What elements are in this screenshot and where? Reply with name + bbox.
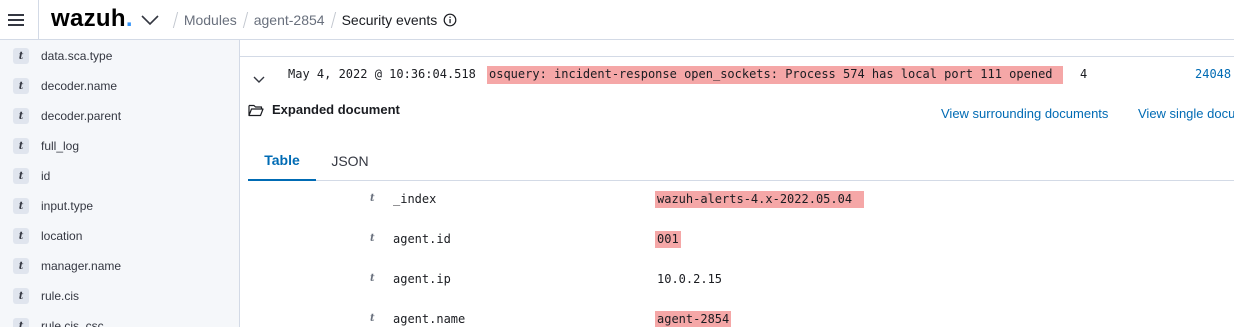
- field-value: 10.0.2.15: [657, 272, 723, 286]
- app-menu-toggle[interactable]: [141, 14, 159, 26]
- sidebar-field[interactable]: t location: [0, 221, 239, 251]
- document-timestamp: May 4, 2022 @ 10:36:04.518: [288, 67, 476, 81]
- field-name: rule.cis: [41, 289, 80, 303]
- field-name: rule.cis_csc: [41, 319, 104, 327]
- field-name: full_log: [41, 139, 80, 153]
- field-sidebar: t data.sca.type t decoder.name t decoder…: [0, 40, 240, 327]
- top-header: wazuh. Modules agent-2854 Security event…: [0, 0, 1234, 40]
- string-type-icon: t: [13, 168, 29, 184]
- sidebar-field[interactable]: t id: [0, 161, 239, 191]
- sidebar-field[interactable]: t rule.cis: [0, 281, 239, 311]
- collapse-toggle[interactable]: [253, 71, 265, 89]
- breadcrumb: Modules agent-2854 Security events: [167, 11, 438, 28]
- table-row: t agent.id 001: [240, 231, 1234, 261]
- tab-table[interactable]: Table: [248, 140, 316, 181]
- sidebar-field[interactable]: t data.sca.type: [0, 41, 239, 71]
- field-name: location: [41, 229, 83, 243]
- field-value: agent-2854: [655, 311, 732, 327]
- breadcrumb-agent[interactable]: agent-2854: [254, 12, 325, 28]
- field-key: _index: [393, 192, 437, 206]
- sidebar-field[interactable]: t full_log: [0, 131, 239, 161]
- info-icon: [443, 13, 457, 26]
- string-type-icon: t: [13, 108, 29, 124]
- field-key: agent.name: [393, 312, 466, 326]
- document-tabs: Table JSON: [248, 140, 1234, 181]
- field-value: 001: [655, 231, 681, 248]
- string-type-icon: t: [13, 198, 29, 214]
- field-key: agent.ip: [393, 272, 451, 286]
- wazuh-logo[interactable]: wazuh.: [51, 5, 133, 33]
- string-type-icon: t: [370, 233, 375, 244]
- view-single-link[interactable]: View single document: [1138, 106, 1234, 121]
- document-panel: May 4, 2022 @ 10:36:04.518 osquery: inci…: [240, 40, 1234, 327]
- expanded-document-header: Expanded document: [248, 102, 400, 117]
- string-type-icon: t: [13, 318, 29, 327]
- field-name: decoder.name: [41, 79, 118, 93]
- field-name: data.sca.type: [41, 49, 113, 63]
- menu-button[interactable]: [0, 0, 32, 40]
- sidebar-field[interactable]: t rule.cis_csc: [0, 311, 239, 327]
- string-type-icon: t: [13, 78, 29, 94]
- breadcrumb-separator: [172, 11, 178, 28]
- string-type-icon: t: [370, 193, 375, 204]
- table-row: t _index wazuh-alerts-4.x-2022.05.04: [240, 191, 1234, 221]
- table-row[interactable]: May 4, 2022 @ 10:36:04.518 osquery: inci…: [240, 56, 1234, 92]
- tab-json[interactable]: JSON: [326, 140, 374, 181]
- breadcrumb-separator: [330, 11, 336, 28]
- string-type-icon: t: [370, 273, 375, 284]
- breadcrumb-modules[interactable]: Modules: [184, 12, 237, 28]
- field-name: decoder.parent: [41, 109, 122, 123]
- string-type-icon: t: [13, 288, 29, 304]
- string-type-icon: t: [13, 258, 29, 274]
- header-divider: [38, 0, 39, 40]
- breadcrumb-separator: [242, 11, 248, 28]
- field-name: manager.name: [41, 259, 122, 273]
- sidebar-field[interactable]: t manager.name: [0, 251, 239, 281]
- field-name: input.type: [41, 199, 94, 213]
- hamburger-icon: [8, 13, 24, 26]
- rule-id-link[interactable]: 24048: [1195, 67, 1231, 81]
- expanded-document-title: Expanded document: [272, 102, 400, 117]
- info-button[interactable]: [443, 13, 457, 27]
- string-type-icon: t: [370, 313, 375, 324]
- sidebar-field[interactable]: t decoder.parent: [0, 101, 239, 131]
- rule-description: osquery: incident-response open_sockets:…: [487, 66, 1063, 84]
- field-name: id: [41, 169, 51, 183]
- chevron-down-icon: [253, 76, 265, 83]
- page-title: Security events: [341, 11, 438, 28]
- rule-level: 4: [1080, 67, 1088, 81]
- folder-open-icon: [248, 104, 264, 116]
- string-type-icon: t: [13, 138, 29, 154]
- sidebar-field[interactable]: t decoder.name: [0, 71, 239, 101]
- sidebar-field[interactable]: t input.type: [0, 191, 239, 221]
- string-type-icon: t: [13, 228, 29, 244]
- table-row: t agent.ip 10.0.2.15: [240, 271, 1234, 301]
- logo-text: wazuh: [51, 4, 126, 32]
- view-surrounding-link[interactable]: View surrounding documents: [941, 106, 1108, 121]
- chevron-down-icon: [141, 14, 159, 25]
- table-row: t agent.name agent-2854: [240, 311, 1234, 327]
- field-value: wazuh-alerts-4.x-2022.05.04: [655, 191, 865, 208]
- string-type-icon: t: [13, 48, 29, 64]
- field-key: agent.id: [393, 232, 451, 246]
- logo-dot: .: [125, 4, 133, 32]
